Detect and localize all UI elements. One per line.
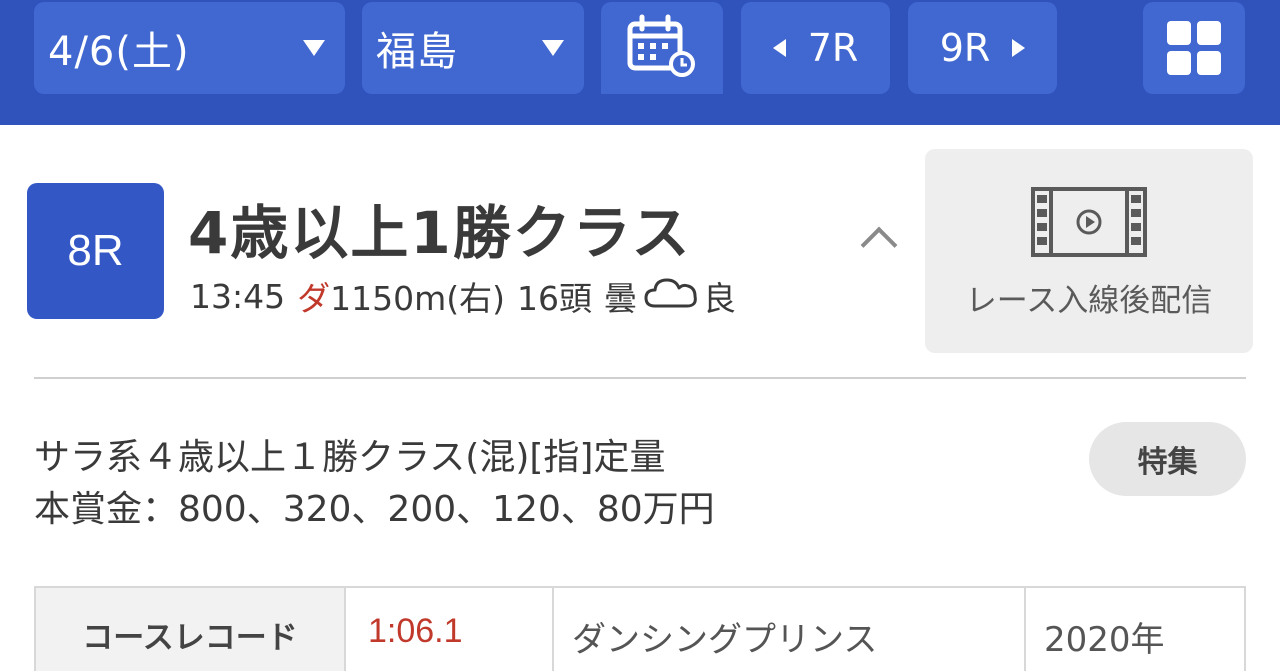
race-title: 4歳以上1勝クラス [188, 199, 692, 267]
top-nav-bar: 4/6(土) 福島 7R 9R [0, 0, 1280, 125]
calendar-button[interactable] [601, 2, 723, 94]
prize-money-text: 本賞金：800、320、200、120、80万円 [34, 489, 715, 530]
next-race-label: 9R [939, 26, 991, 70]
date-select-label: 4/6(土) [48, 29, 190, 75]
calendar-refresh-icon [626, 14, 698, 82]
race-runners: 16頭 [517, 279, 592, 318]
course-record-header: コースレコード [36, 588, 346, 671]
race-start-time: 13:45 [190, 276, 286, 316]
race-distance: 1150m(右) [330, 279, 505, 318]
chevron-left-icon [772, 39, 786, 57]
race-class-text: サラ系４歳以上１勝クラス(混)[指]定量 [34, 437, 666, 478]
venue-select-label: 福島 [376, 29, 458, 75]
prev-race-button[interactable]: 7R [741, 2, 890, 94]
caret-down-icon [303, 40, 325, 56]
next-race-button[interactable]: 9R [908, 2, 1057, 94]
date-select[interactable]: 4/6(土) [34, 2, 345, 94]
course-record-year: 2020年 [1044, 620, 1165, 660]
race-conditions: サラ系４歳以上１勝クラス(混)[指]定量 本賞金：800、320、200、120… [34, 432, 715, 536]
venue-select[interactable]: 福島 [362, 2, 584, 94]
race-video-label: レース入線後配信 [965, 283, 1213, 319]
race-track-condition: 良 [703, 279, 736, 318]
race-weather: 曇 [604, 279, 637, 318]
course-record-time: 1:06.1 [346, 588, 554, 671]
caret-down-icon [542, 40, 564, 56]
race-number-badge: 8R [27, 183, 164, 319]
section-divider [34, 377, 1246, 379]
feature-button[interactable]: 特集 [1089, 422, 1246, 496]
race-video-button[interactable]: レース入線後配信 [925, 149, 1253, 353]
prev-race-label: 7R [807, 26, 859, 70]
chevron-up-icon[interactable] [860, 226, 898, 264]
course-record-horse[interactable]: ダンシングプリンス [554, 588, 1026, 671]
chevron-right-icon [1012, 39, 1026, 57]
cloud-icon [643, 275, 699, 317]
course-record-row: コースレコード 1:06.1 ダンシングプリンス 2020年 [34, 586, 1246, 671]
race-info-line: 13:45 ダ 1150m(右) 16頭 曇 良 [190, 272, 736, 320]
menu-grid-button[interactable] [1143, 2, 1245, 94]
race-surface: ダ [297, 279, 331, 318]
film-play-icon [1031, 187, 1147, 261]
grid-menu-icon [1167, 21, 1221, 75]
